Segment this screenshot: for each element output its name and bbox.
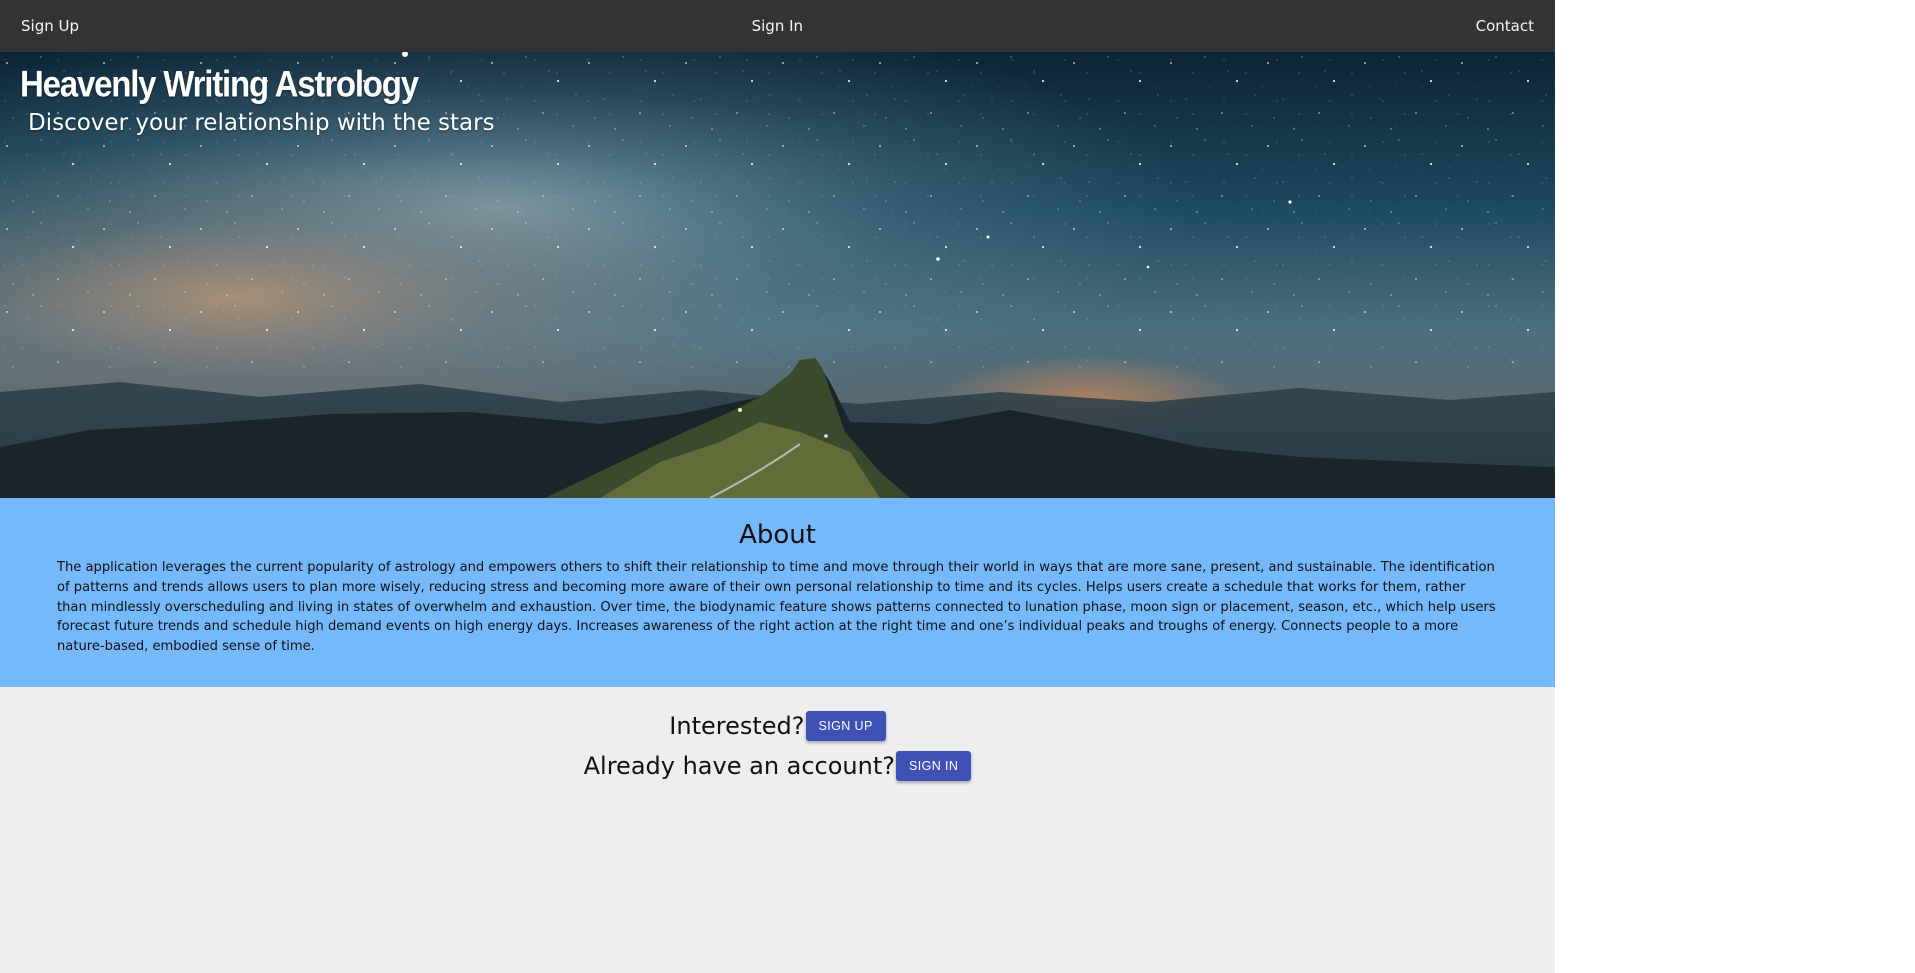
site-title: Heavenly Writing Astrology xyxy=(20,63,419,105)
interested-text: Interested? xyxy=(669,712,805,740)
nav-sign-in-link[interactable]: Sign In xyxy=(752,17,803,35)
sign-up-prompt-row: Interested? SIGN UP xyxy=(0,711,1555,741)
about-heading: About xyxy=(739,520,816,550)
sign-up-button[interactable]: SIGN UP xyxy=(805,711,886,741)
nav-contact-link[interactable]: Contact xyxy=(1476,17,1534,35)
site-tagline: Discover your relationship with the star… xyxy=(28,110,495,136)
about-body-text: The application leverages the current po… xyxy=(57,560,1496,655)
hero-banner: Heavenly Writing Astrology Discover your… xyxy=(0,52,1555,498)
page: Sign Up Sign In Contact Heavenly Writing… xyxy=(0,0,1915,973)
call-to-action-section: Interested? SIGN UP Already have an acco… xyxy=(0,687,1555,973)
nav-sign-up-link[interactable]: Sign Up xyxy=(21,17,79,35)
about-section: About The application leverages the curr… xyxy=(0,498,1555,687)
top-navbar: Sign Up Sign In Contact xyxy=(0,0,1555,52)
app-viewport: Sign Up Sign In Contact Heavenly Writing… xyxy=(0,0,1555,973)
sign-in-button[interactable]: SIGN IN xyxy=(896,751,972,781)
already-have-account-text: Already have an account? xyxy=(583,752,896,780)
sign-in-prompt-row: Already have an account? SIGN IN xyxy=(0,751,1555,781)
